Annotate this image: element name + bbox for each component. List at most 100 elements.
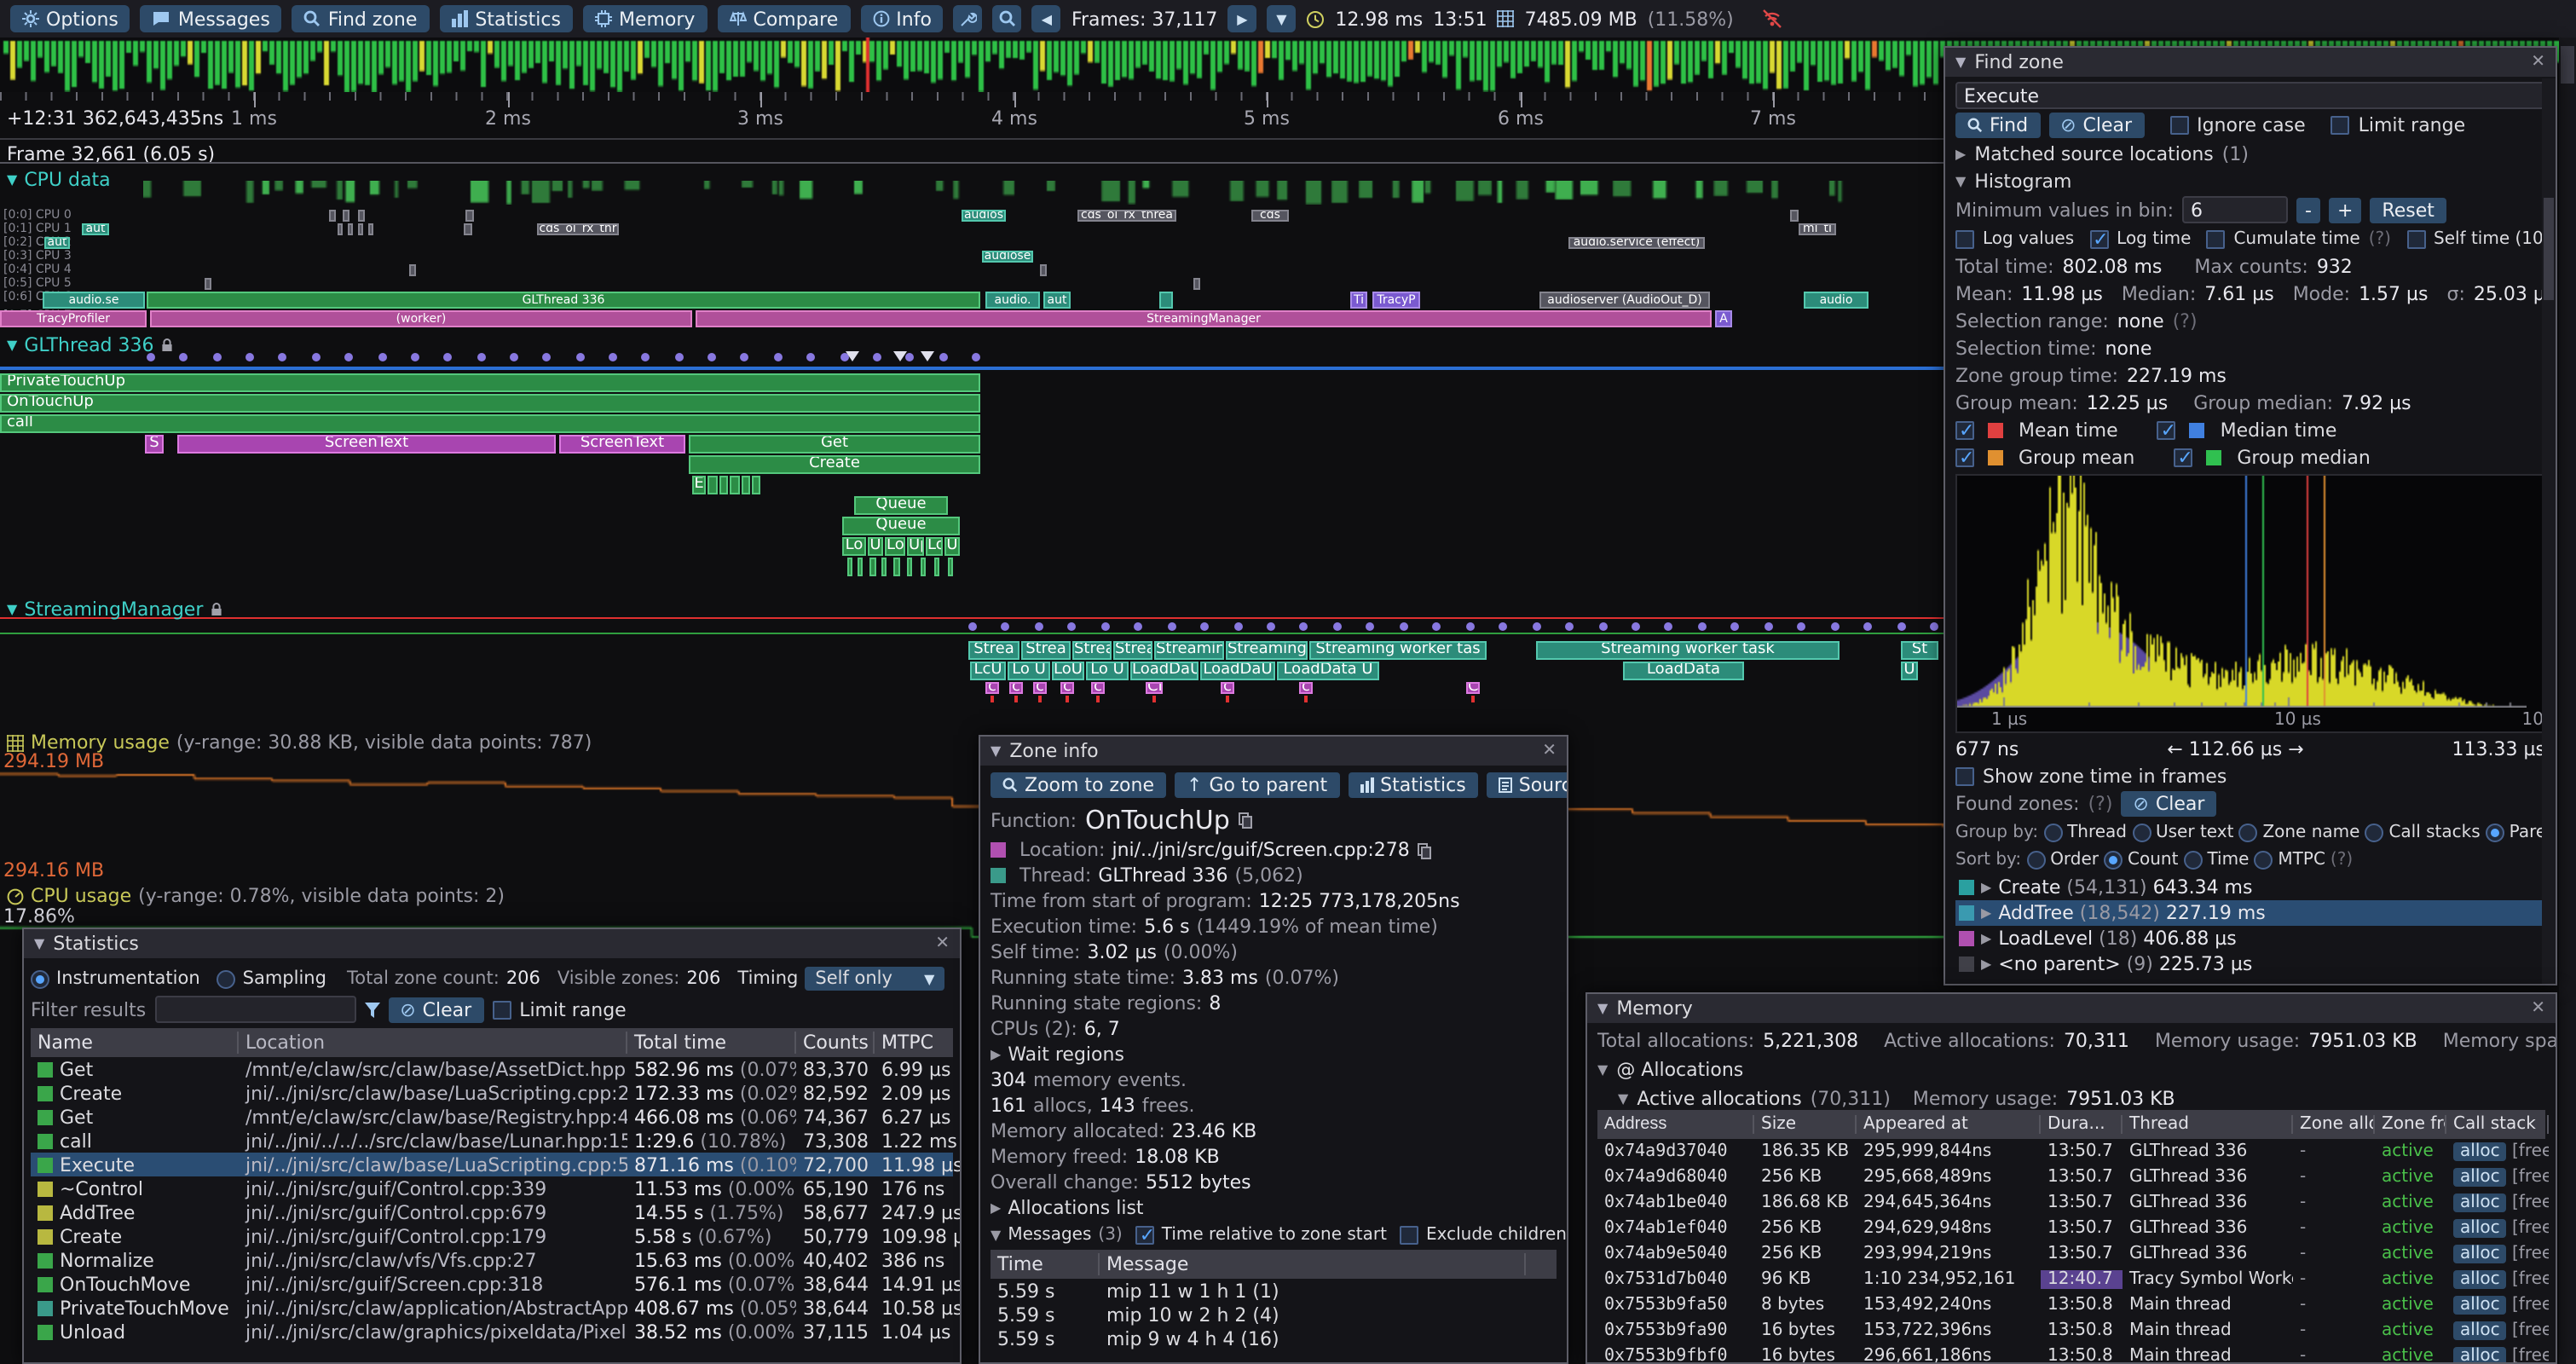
zone-segment[interactable]: Lo xyxy=(842,537,866,556)
log-values-checkbox[interactable] xyxy=(1955,229,1974,248)
frame-menu-button[interactable]: ▼ xyxy=(1267,5,1296,32)
message-dot[interactable] xyxy=(543,353,552,361)
find-button[interactable]: Find xyxy=(1955,113,2040,138)
zone-segment[interactable]: U xyxy=(1901,662,1918,680)
close-icon[interactable]: ✕ xyxy=(2531,53,2545,72)
found-zone-group[interactable]: ▶<no parent> (9) 225.73 µs xyxy=(1955,951,2545,977)
alloc-callstack-button[interactable]: alloc xyxy=(2453,1219,2507,1238)
zone-segment[interactable] xyxy=(752,476,760,494)
column-header[interactable]: Call stack xyxy=(2446,1115,2549,1134)
stats-table-row[interactable]: AddTreejni/../jni/src/guif/Control.cpp:6… xyxy=(31,1200,953,1224)
time-relative-checkbox[interactable] xyxy=(1136,1226,1155,1245)
zone-segment[interactable]: U xyxy=(944,537,960,556)
zone-segment[interactable]: Lo xyxy=(885,537,905,556)
message-dot[interactable] xyxy=(411,353,419,361)
zone-segment[interactable]: A xyxy=(1715,310,1732,327)
memory-titlebar[interactable]: ▼ Memory ✕ xyxy=(1587,994,2556,1023)
alloc-callstack-button[interactable]: alloc xyxy=(2453,1194,2507,1212)
zone-segment[interactable]: c xyxy=(1299,682,1313,694)
alloc-callstack-button[interactable]: alloc xyxy=(2453,1347,2507,1362)
message-dot[interactable] xyxy=(1400,622,1408,631)
message-dot[interactable] xyxy=(1300,622,1308,631)
memory-table-header[interactable]: AddressSizeAppeared atDura...ThreadZone … xyxy=(1597,1110,2545,1139)
message-dot[interactable] xyxy=(212,353,221,361)
stats-table-row[interactable]: OnTouchMovejni/../jni/src/guif/Screen.cp… xyxy=(31,1272,953,1296)
zone-segment[interactable] xyxy=(329,210,336,222)
memory-usage-graph[interactable] xyxy=(0,757,1944,856)
go-to-parent-button[interactable]: ↑ Go to parent xyxy=(1175,772,1339,798)
message-dot[interactable] xyxy=(1333,622,1342,631)
stats-table-row[interactable]: PrivateTouchMovejni/../jni/src/claw/appl… xyxy=(31,1296,953,1320)
zone-segment[interactable]: audioserver (AudioOut_D) xyxy=(1539,292,1710,309)
message-dot[interactable] xyxy=(575,353,584,361)
zone-segment[interactable]: Get xyxy=(689,435,980,454)
message-dot[interactable] xyxy=(1200,622,1209,631)
zone-segment[interactable] xyxy=(1471,696,1475,702)
zone-segment[interactable]: Queue xyxy=(854,496,948,515)
wait-regions-toggle[interactable]: ▶ Wait regions xyxy=(991,1042,1557,1067)
find-zone-scrollbar[interactable] xyxy=(2542,78,2556,984)
allocations-list-toggle[interactable]: ▶ Allocations list xyxy=(991,1195,1557,1221)
min-bin-input[interactable] xyxy=(2182,196,2288,223)
scrollbar-thumb[interactable] xyxy=(2561,46,2574,84)
zone-segment[interactable] xyxy=(409,264,416,276)
message-dot[interactable] xyxy=(443,353,452,361)
find-zone-query-input[interactable] xyxy=(1955,82,2545,109)
message-dot[interactable] xyxy=(1565,622,1574,631)
help-hint[interactable]: (?) xyxy=(2088,793,2113,815)
zone-segment[interactable] xyxy=(464,223,472,235)
cpu-core-row[interactable]: [0:5] CPU 5 xyxy=(0,278,1944,290)
zone-segment[interactable]: c xyxy=(1221,682,1234,694)
streaming-section-header[interactable]: ▼ StreamingManager xyxy=(7,598,223,621)
zone-segment[interactable]: LoadData U xyxy=(1277,662,1379,680)
zone-segment[interactable] xyxy=(1038,696,1042,702)
message-dot[interactable] xyxy=(1267,622,1275,631)
zone-segment[interactable]: StreamingManager xyxy=(696,310,1712,327)
options-button[interactable]: Options xyxy=(10,5,130,32)
active-allocations-toggle[interactable]: ▼ Active allocations (70,311) Memory usa… xyxy=(1597,1086,2545,1110)
message-dot[interactable] xyxy=(642,353,650,361)
message-dot[interactable] xyxy=(378,353,386,361)
zone-segment[interactable]: c xyxy=(1060,682,1074,694)
radio-mtpc[interactable] xyxy=(2254,850,2273,869)
radio-order[interactable] xyxy=(2026,850,2045,869)
messages-table-header[interactable]: TimeMessage xyxy=(991,1250,1557,1279)
zone-segment[interactable]: U xyxy=(868,537,883,556)
statistics-titlebar[interactable]: ▼ Statistics ✕ xyxy=(24,929,960,958)
close-icon[interactable]: ✕ xyxy=(935,934,950,953)
zone-source-location[interactable]: jni/../jni/src/guif/Screen.cpp:278 xyxy=(1112,839,1409,861)
timing-dropdown[interactable]: Self only ▼ xyxy=(805,967,944,991)
zone-segment[interactable] xyxy=(708,476,718,494)
message-dot[interactable] xyxy=(344,353,353,361)
zone-segment[interactable] xyxy=(907,558,912,576)
zone-segment[interactable]: audio.service (effect) xyxy=(1568,237,1705,249)
column-header[interactable]: Dura... xyxy=(2041,1115,2123,1134)
memory-button[interactable]: Memory xyxy=(583,5,708,32)
goto-search-button[interactable] xyxy=(993,5,1022,32)
zone-segment[interactable]: mi_ti xyxy=(1799,223,1836,235)
message-dot[interactable] xyxy=(1830,622,1839,631)
message-dot[interactable] xyxy=(774,353,783,361)
zone-segment[interactable] xyxy=(348,223,353,235)
zone-segment[interactable] xyxy=(1152,696,1156,702)
stats-table-row[interactable]: Createjni/../jni/src/guif/Control.cpp:17… xyxy=(31,1224,953,1248)
column-header[interactable]: Address xyxy=(1597,1115,1754,1134)
memory-usage-section-header[interactable]: Memory usage (y-range: 30.88 KB, visible… xyxy=(7,731,592,754)
zone-segment[interactable] xyxy=(991,696,994,702)
message-row[interactable]: 5.59 smip 10 w 2 h 2 (4) xyxy=(991,1303,1557,1326)
message-dot[interactable] xyxy=(1930,622,1938,631)
reset-button[interactable]: Reset xyxy=(2370,197,2446,223)
cpu-core-row[interactable]: [0:2] CPU 2autaudio.service (effect) xyxy=(0,237,1944,249)
exclude-children-checkbox[interactable] xyxy=(1401,1226,1419,1245)
message-dot[interactable] xyxy=(708,353,716,361)
allocation-row[interactable]: 0x74ab1be040186.68 KB294,645,364ns13:50.… xyxy=(1597,1190,2545,1216)
scrollbar-thumb[interactable] xyxy=(2544,198,2554,300)
thread-name[interactable]: GLThread 336 xyxy=(1098,864,1227,887)
zone-segment[interactable] xyxy=(893,558,900,576)
radio-user-text[interactable] xyxy=(2132,823,2151,841)
column-header[interactable]: Thread xyxy=(2123,1115,2293,1134)
alloc-callstack-button[interactable]: alloc xyxy=(2453,1296,2507,1315)
legend-checkbox[interactable] xyxy=(1955,448,1974,466)
frame-marker-triangle[interactable] xyxy=(893,351,907,361)
zone-segment[interactable]: LoadDaU xyxy=(1130,662,1198,680)
